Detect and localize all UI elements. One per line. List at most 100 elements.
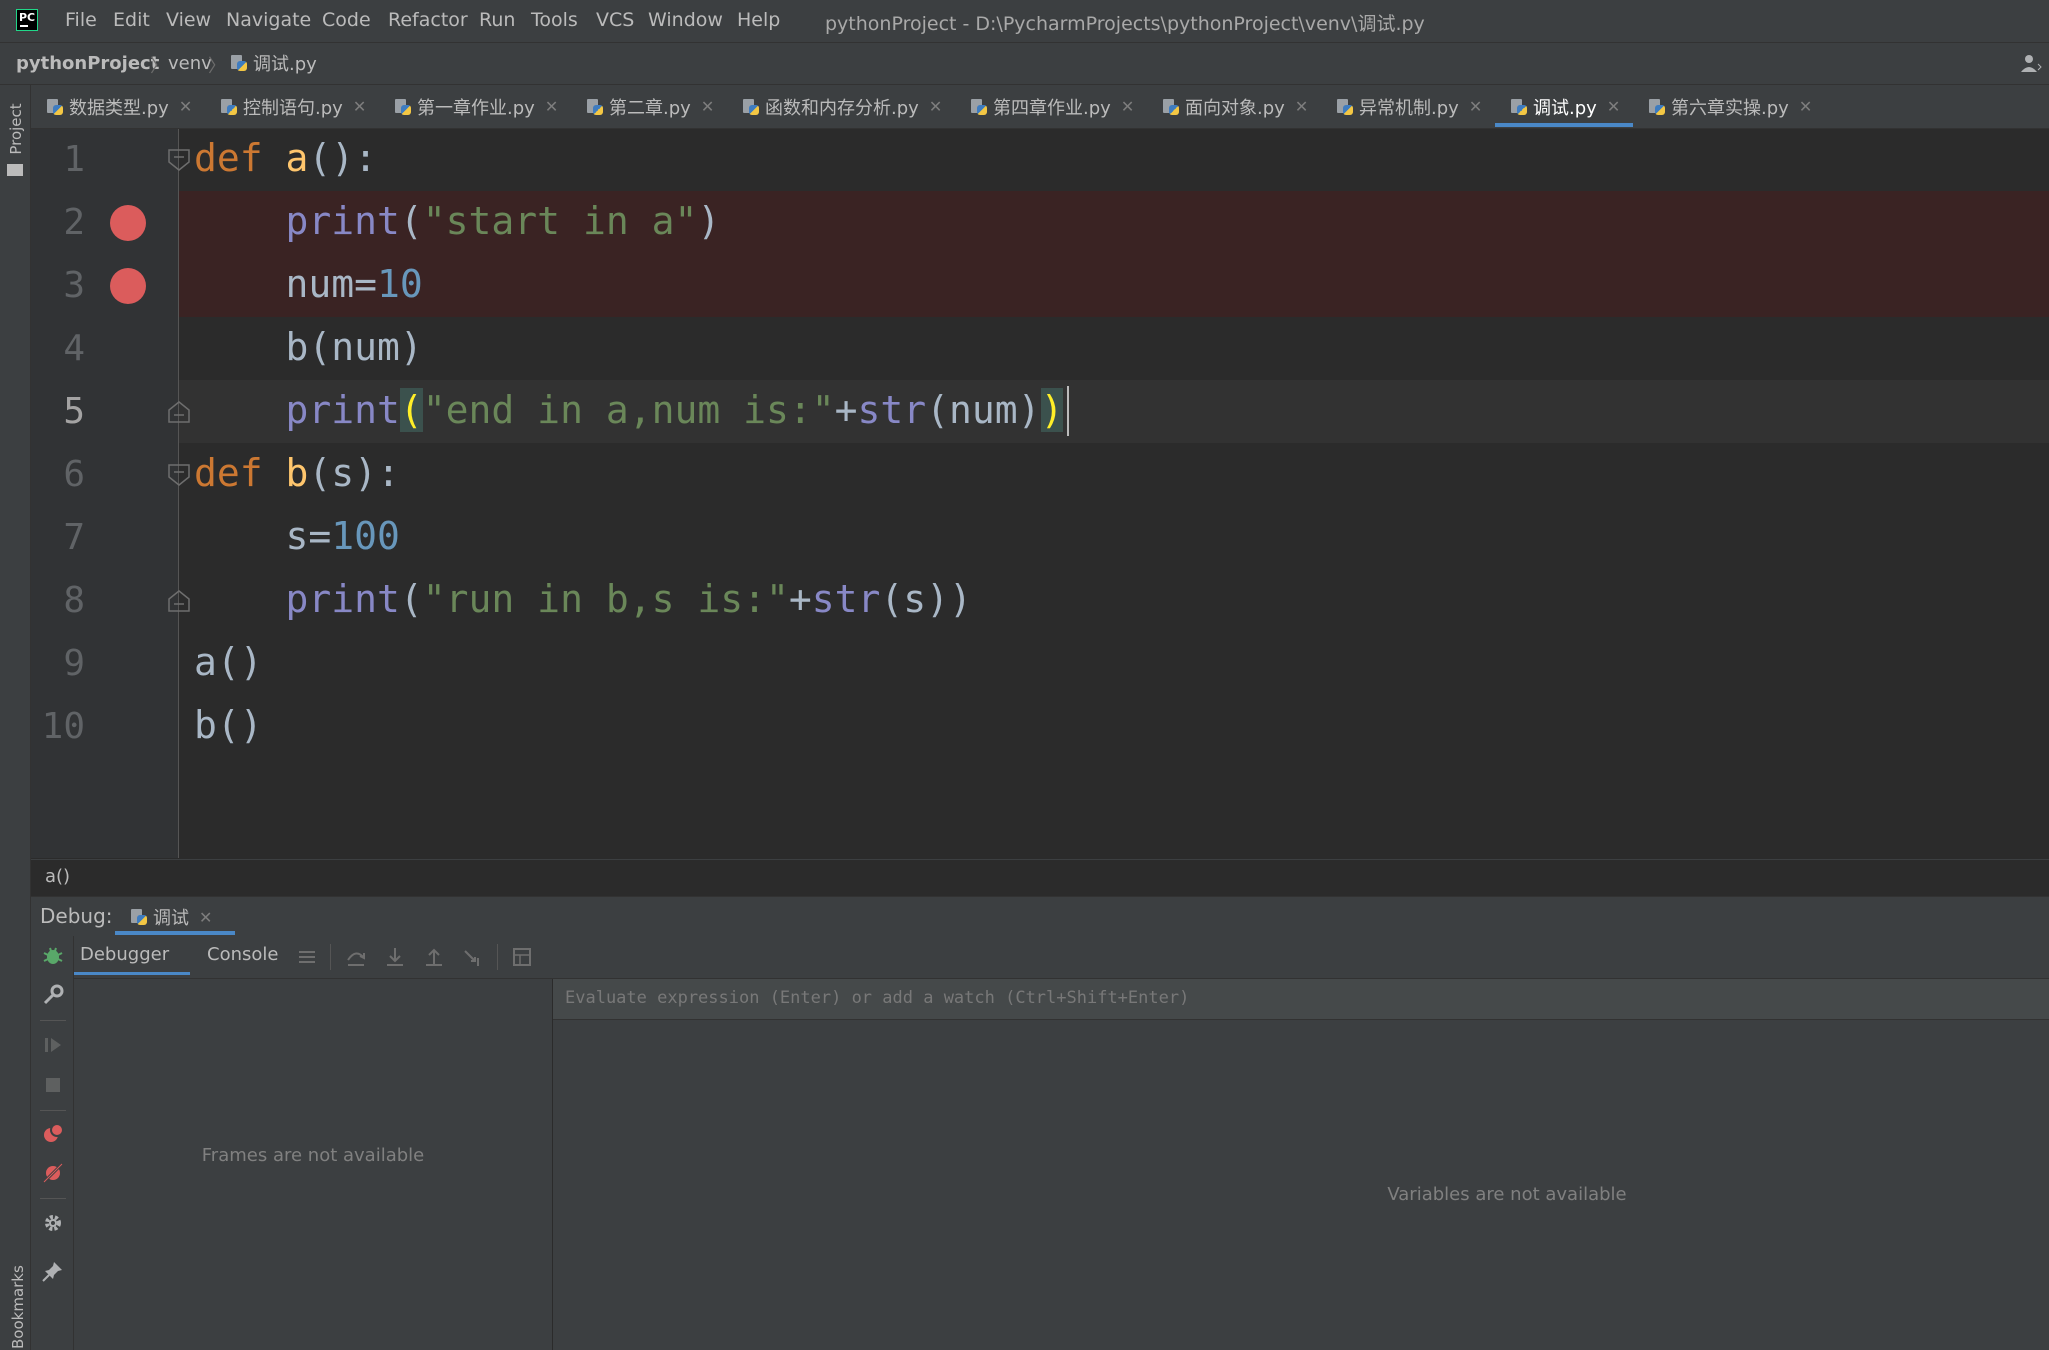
window-title: pythonProject - D:\PycharmProjects\pytho…: [825, 13, 1425, 35]
code-token: (: [399, 577, 423, 621]
close-icon[interactable]: ✕: [1469, 97, 1482, 116]
menu-run[interactable]: Run: [479, 9, 515, 31]
wrench-icon[interactable]: [40, 982, 66, 1008]
code-token: "run in b,s is:": [422, 577, 789, 621]
menu-window[interactable]: Window: [648, 9, 723, 31]
close-icon[interactable]: ✕: [179, 97, 192, 116]
tab-label: 函数和内存分析.py: [765, 97, 919, 119]
threads-list-icon[interactable]: [296, 946, 318, 968]
close-icon[interactable]: ✕: [545, 97, 558, 116]
user-icon[interactable]: [2020, 54, 2042, 72]
variables-empty-message: Variables are not available: [1387, 1184, 1627, 1205]
tab-file[interactable]: 异常机制.py ✕: [1336, 86, 1482, 127]
code-line[interactable]: b(num): [194, 325, 423, 369]
menu-edit[interactable]: Edit: [113, 9, 150, 31]
code-token: b(num): [194, 325, 423, 369]
menu-file[interactable]: File: [65, 9, 97, 31]
tab-file[interactable]: 控制语句.py ✕: [220, 86, 366, 127]
code-token: ): [697, 199, 721, 243]
tab-file[interactable]: 第一章作业.py ✕: [394, 86, 558, 127]
scope-breadcrumb[interactable]: a(): [45, 866, 70, 887]
breakpoint-icon[interactable]: [110, 268, 146, 304]
debug-tool-window-header: [31, 896, 2049, 937]
code-line[interactable]: print("start in a"): [194, 199, 721, 243]
code-line[interactable]: num=10: [194, 262, 423, 306]
code-token: def: [194, 136, 263, 180]
resume-icon[interactable]: [40, 1032, 66, 1058]
tab-debugger[interactable]: Debugger: [80, 944, 169, 965]
code-line[interactable]: print("run in b,s is:"+str(s)): [194, 577, 972, 621]
code-token: s=: [194, 514, 332, 558]
close-icon[interactable]: ✕: [1607, 97, 1620, 116]
project-tool-label: Project: [7, 103, 25, 155]
python-file-icon: [586, 98, 604, 116]
mute-breakpoints-icon[interactable]: [40, 1160, 66, 1186]
code-token: "start in a": [422, 199, 698, 243]
line-number: 10: [41, 706, 85, 747]
tab-console[interactable]: Console: [207, 944, 278, 965]
fold-end-icon[interactable]: [166, 399, 192, 425]
tab-file[interactable]: 面向对象.py ✕: [1162, 86, 1308, 127]
close-icon[interactable]: ✕: [353, 97, 366, 116]
code-line[interactable]: b(): [194, 703, 263, 747]
tab-file[interactable]: 第六章实操.py ✕: [1648, 86, 1812, 127]
code-token: ): [1040, 388, 1064, 432]
tab-active-file[interactable]: 调试.py ✕: [1510, 86, 1620, 127]
tab-file[interactable]: 第二章.py ✕: [586, 86, 714, 127]
close-icon[interactable]: ✕: [701, 97, 714, 116]
fold-open-icon[interactable]: [166, 147, 192, 173]
tab-label: 第一章作业.py: [417, 97, 535, 119]
menu-view[interactable]: View: [166, 9, 211, 31]
debug-bug-icon[interactable]: [40, 943, 66, 969]
tab-label: 第二章.py: [609, 97, 691, 119]
fold-end-icon[interactable]: [166, 588, 192, 614]
pin-icon[interactable]: [40, 1258, 66, 1284]
close-icon[interactable]: ✕: [199, 908, 212, 927]
menu-vcs[interactable]: VCS: [596, 9, 634, 31]
close-icon[interactable]: ✕: [1799, 97, 1812, 116]
debug-session-tab[interactable]: 调试 ✕: [130, 904, 212, 930]
code-token: print: [285, 577, 400, 621]
stop-icon[interactable]: [40, 1072, 66, 1098]
step-over-icon[interactable]: [345, 946, 367, 968]
step-into-icon[interactable]: [384, 946, 406, 968]
line-number: 4: [63, 328, 85, 369]
close-icon[interactable]: ✕: [1295, 97, 1308, 116]
run-to-cursor-icon[interactable]: [462, 946, 484, 968]
menu-tools[interactable]: Tools: [531, 9, 578, 31]
python-file-icon: [1648, 98, 1666, 116]
evaluate-expression-icon[interactable]: [511, 946, 533, 968]
breakpoint-icon[interactable]: [110, 205, 146, 241]
menu-code[interactable]: Code: [322, 9, 371, 31]
code-line[interactable]: s=100: [194, 514, 400, 558]
line-number: 8: [63, 580, 85, 621]
tab-file[interactable]: 函数和内存分析.py ✕: [742, 86, 942, 127]
breadcrumb-project[interactable]: pythonProject: [16, 53, 159, 74]
bookmarks-tool-window-button[interactable]: Bookmarks: [9, 1265, 27, 1349]
menu-refactor[interactable]: Refactor: [388, 9, 468, 31]
code-line[interactable]: print("end in a,num is:"+str(num)): [194, 388, 1064, 432]
code-line[interactable]: a(): [194, 640, 263, 684]
breadcrumb-file[interactable]: 调试.py: [230, 50, 317, 76]
gear-icon[interactable]: [40, 1210, 66, 1236]
tab-file[interactable]: 第四章作业.py ✕: [970, 86, 1134, 127]
frames-empty-message: Frames are not available: [201, 1145, 425, 1166]
close-icon[interactable]: ✕: [1121, 97, 1134, 116]
code-token: (s):: [308, 451, 400, 495]
variables-pane[interactable]: [553, 979, 2049, 1350]
code-token: 10: [377, 262, 423, 306]
fold-open-icon[interactable]: [166, 462, 192, 488]
code-line[interactable]: def b(s):: [194, 451, 400, 495]
menu-help[interactable]: Help: [737, 9, 780, 31]
view-breakpoints-icon[interactable]: [40, 1120, 66, 1146]
project-tool-window-button[interactable]: Project: [2, 98, 28, 178]
debug-toolbar: [31, 936, 2049, 979]
code-token: a(): [194, 640, 263, 684]
code-line[interactable]: def a():: [194, 136, 377, 180]
menu-navigate[interactable]: Navigate: [226, 9, 311, 31]
step-out-icon[interactable]: [423, 946, 445, 968]
close-icon[interactable]: ✕: [929, 97, 942, 116]
breadcrumb-folder[interactable]: venv: [168, 53, 212, 74]
tab-file[interactable]: 数据类型.py ✕: [46, 86, 192, 127]
